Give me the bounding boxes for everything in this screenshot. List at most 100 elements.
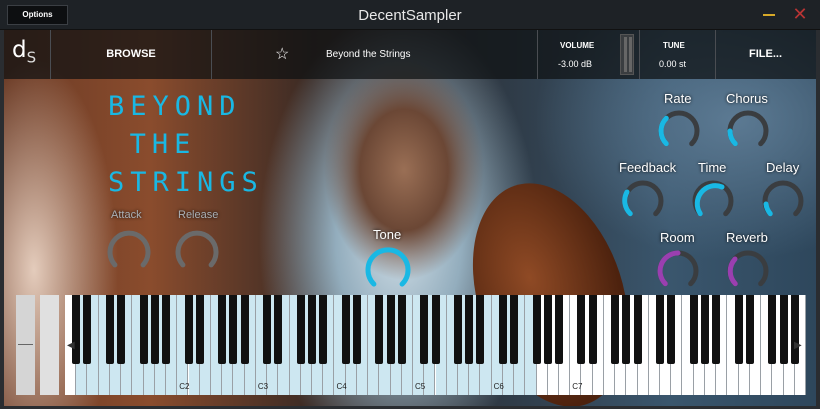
black-key[interactable] (150, 295, 159, 364)
reverb-knob[interactable] (727, 250, 769, 292)
attack-label: Attack (111, 209, 142, 221)
black-key[interactable] (790, 295, 799, 364)
divider (537, 30, 538, 79)
black-key[interactable] (577, 295, 586, 364)
octave-label: C7 (572, 382, 583, 391)
black-key[interactable] (352, 295, 361, 364)
black-key[interactable] (633, 295, 642, 364)
window-title: DecentSampler (358, 7, 462, 24)
black-key[interactable] (700, 295, 709, 364)
black-key[interactable] (555, 295, 563, 364)
octave-label: C5 (415, 382, 426, 391)
black-key[interactable] (712, 295, 721, 364)
volume-value[interactable]: -3.00 dB (558, 59, 592, 69)
delay-knob[interactable] (762, 180, 804, 222)
octave-label: C3 (257, 382, 269, 391)
logo-line: BEYOND (108, 91, 242, 122)
black-key[interactable] (263, 295, 272, 364)
preset-name[interactable]: Beyond the Strings (326, 49, 411, 60)
black-key[interactable] (734, 295, 743, 364)
black-key[interactable] (453, 295, 462, 364)
feedback-label: Feedback (619, 160, 677, 175)
black-key[interactable] (745, 295, 754, 364)
black-key[interactable] (375, 295, 384, 364)
release-knob[interactable] (174, 228, 220, 274)
file-button[interactable]: FILE... (749, 48, 782, 60)
room-label: Room (660, 230, 695, 245)
black-key[interactable] (611, 295, 620, 364)
plugin-window: Options DecentSampler ✕ dS BROWSE ☆ Beyo… (0, 0, 820, 409)
black-key[interactable] (341, 295, 350, 364)
attack-knob[interactable] (106, 228, 152, 274)
black-key[interactable] (72, 295, 81, 364)
black-key[interactable] (117, 295, 126, 364)
tone-knob[interactable] (364, 246, 412, 294)
black-key[interactable] (184, 295, 193, 364)
black-key[interactable] (498, 295, 507, 364)
black-key[interactable] (431, 295, 440, 364)
feedback-knob[interactable] (622, 180, 664, 222)
black-key[interactable] (229, 295, 238, 364)
minimize-icon[interactable] (763, 14, 775, 16)
divider (211, 30, 212, 79)
tune-value[interactable]: 0.00 st (659, 59, 686, 69)
tone-label: Tone (373, 227, 402, 242)
black-key[interactable] (465, 295, 474, 364)
logo-line: THE (129, 129, 197, 160)
browse-button[interactable]: BROWSE (51, 48, 211, 60)
rate-knob[interactable] (658, 110, 700, 152)
octave-label: C2 (179, 382, 190, 391)
black-key[interactable] (667, 295, 676, 364)
black-key[interactable] (319, 295, 328, 364)
black-key[interactable] (622, 295, 631, 364)
instrument-logo: BEYOND THE STRINGS (108, 88, 264, 202)
black-key[interactable] (689, 295, 698, 364)
black-key[interactable] (195, 295, 204, 364)
divider (639, 30, 640, 79)
scroll-left-icon[interactable]: ◀ (67, 340, 75, 351)
tune-label: TUNE (663, 41, 685, 50)
logo-line: STRINGS (108, 167, 264, 198)
chorus-knob[interactable] (727, 110, 769, 152)
octave-label: C4 (336, 382, 347, 391)
black-key[interactable] (240, 295, 249, 364)
divider (715, 30, 716, 79)
close-icon[interactable]: ✕ (791, 2, 809, 26)
black-key[interactable] (532, 295, 541, 364)
black-key[interactable] (768, 295, 777, 364)
black-key[interactable] (588, 295, 597, 364)
title-bar: Options DecentSampler ✕ (0, 0, 820, 30)
black-key[interactable] (397, 295, 406, 364)
octave-label: C6 (493, 382, 504, 391)
mod-wheel[interactable] (40, 295, 59, 395)
volume-label: VOLUME (560, 41, 595, 50)
black-key[interactable] (308, 295, 316, 364)
time-knob[interactable] (692, 180, 734, 222)
black-key[interactable] (510, 295, 519, 364)
black-key[interactable] (779, 295, 788, 364)
delay-label: Delay (766, 160, 800, 175)
black-key[interactable] (476, 295, 485, 364)
black-key[interactable] (296, 295, 305, 364)
top-toolbar: dS BROWSE ☆ Beyond the Strings VOLUME -3… (4, 30, 816, 79)
black-key[interactable] (105, 295, 114, 364)
reverb-label: Reverb (726, 230, 768, 245)
level-meter (620, 34, 634, 75)
black-key[interactable] (218, 295, 227, 364)
black-key[interactable] (139, 295, 148, 364)
black-key[interactable] (656, 295, 665, 364)
piano-keyboard[interactable]: C2 C3 C4 C5 C6 C7 (65, 295, 806, 395)
chorus-label: Chorus (726, 91, 768, 106)
rate-label: Rate (664, 91, 692, 106)
black-key[interactable] (162, 295, 171, 364)
black-key[interactable] (543, 295, 552, 364)
black-key[interactable] (83, 295, 92, 364)
black-key[interactable] (386, 295, 395, 364)
black-key[interactable] (420, 295, 429, 364)
app-logo: dS (12, 37, 37, 67)
room-knob[interactable] (657, 250, 699, 292)
favorite-star-icon[interactable]: ☆ (275, 44, 289, 64)
pitch-bend-wheel[interactable] (16, 295, 35, 395)
black-key[interactable] (274, 295, 283, 364)
scroll-right-icon[interactable]: ▶ (794, 340, 802, 351)
